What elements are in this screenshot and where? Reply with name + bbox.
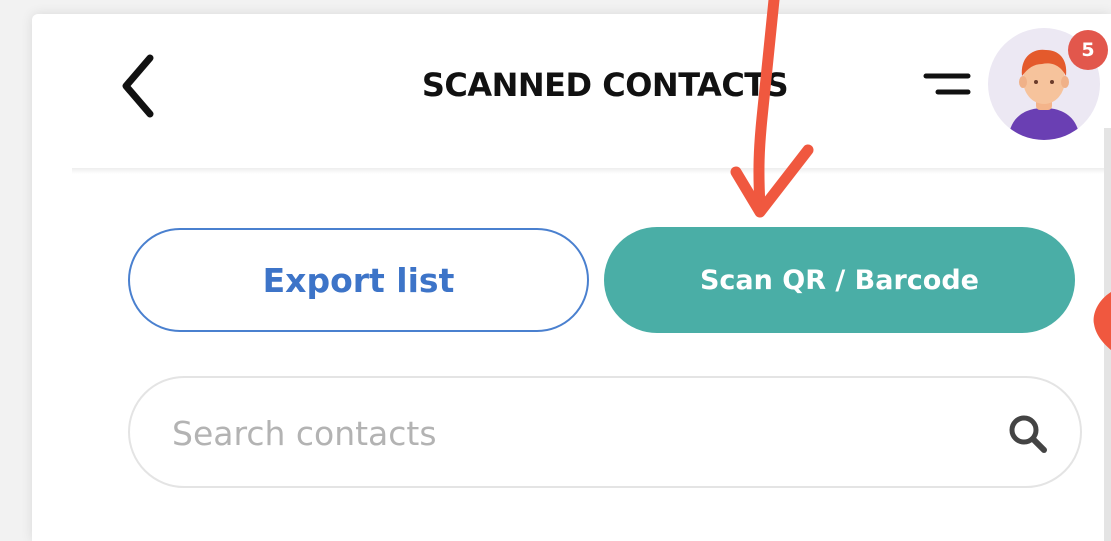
- export-list-label: Export list: [262, 260, 455, 300]
- notification-badge: 5: [1068, 30, 1108, 70]
- export-list-button[interactable]: Export list: [128, 228, 589, 332]
- search-box: [128, 376, 1082, 488]
- search-input[interactable]: [170, 396, 994, 470]
- back-button[interactable]: [108, 50, 168, 122]
- chevron-left-icon: [122, 54, 154, 118]
- header-divider: [72, 168, 1104, 174]
- right-edge-strip: [1104, 128, 1111, 541]
- scan-qr-barcode-button[interactable]: Scan QR / Barcode: [604, 227, 1075, 333]
- page-title: SCANNED CONTACTS: [421, 66, 789, 104]
- scan-qr-barcode-label: Scan QR / Barcode: [699, 264, 979, 296]
- menu-button[interactable]: [918, 64, 978, 108]
- menu-icon: [923, 73, 971, 95]
- search-icon[interactable]: [1006, 412, 1050, 456]
